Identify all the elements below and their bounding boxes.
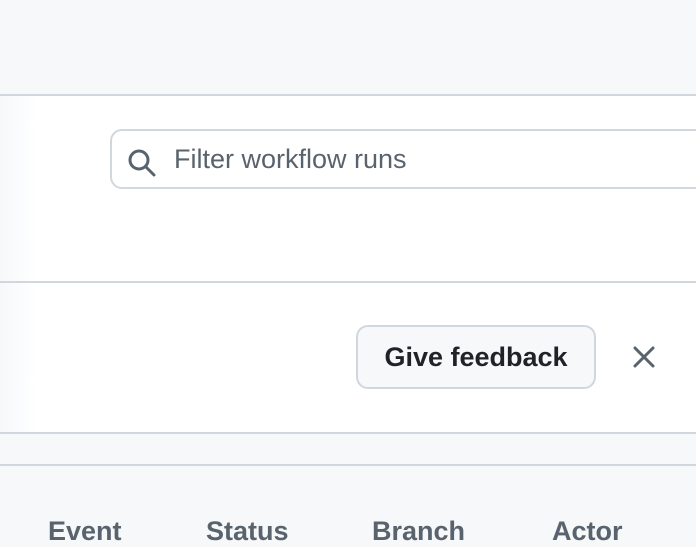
filter-workflow-runs-input[interactable] (174, 131, 694, 187)
column-header-status[interactable]: Status (206, 516, 289, 547)
close-icon (633, 346, 655, 368)
section-divider (0, 281, 696, 283)
close-feedback-button[interactable] (620, 333, 668, 381)
runs-panel: Give feedback (0, 96, 696, 434)
search-icon (128, 149, 156, 177)
column-header-branch[interactable]: Branch (372, 516, 465, 547)
top-bar (0, 0, 696, 96)
spacer-band (0, 434, 696, 464)
panel-edge-shadow (0, 96, 36, 432)
give-feedback-button[interactable]: Give feedback (356, 325, 596, 389)
column-header-event[interactable]: Event (48, 516, 122, 547)
runs-table-header: Event Status Branch Actor (0, 464, 696, 546)
column-header-actor[interactable]: Actor (552, 516, 623, 547)
filter-workflow-runs-field[interactable] (110, 129, 696, 189)
